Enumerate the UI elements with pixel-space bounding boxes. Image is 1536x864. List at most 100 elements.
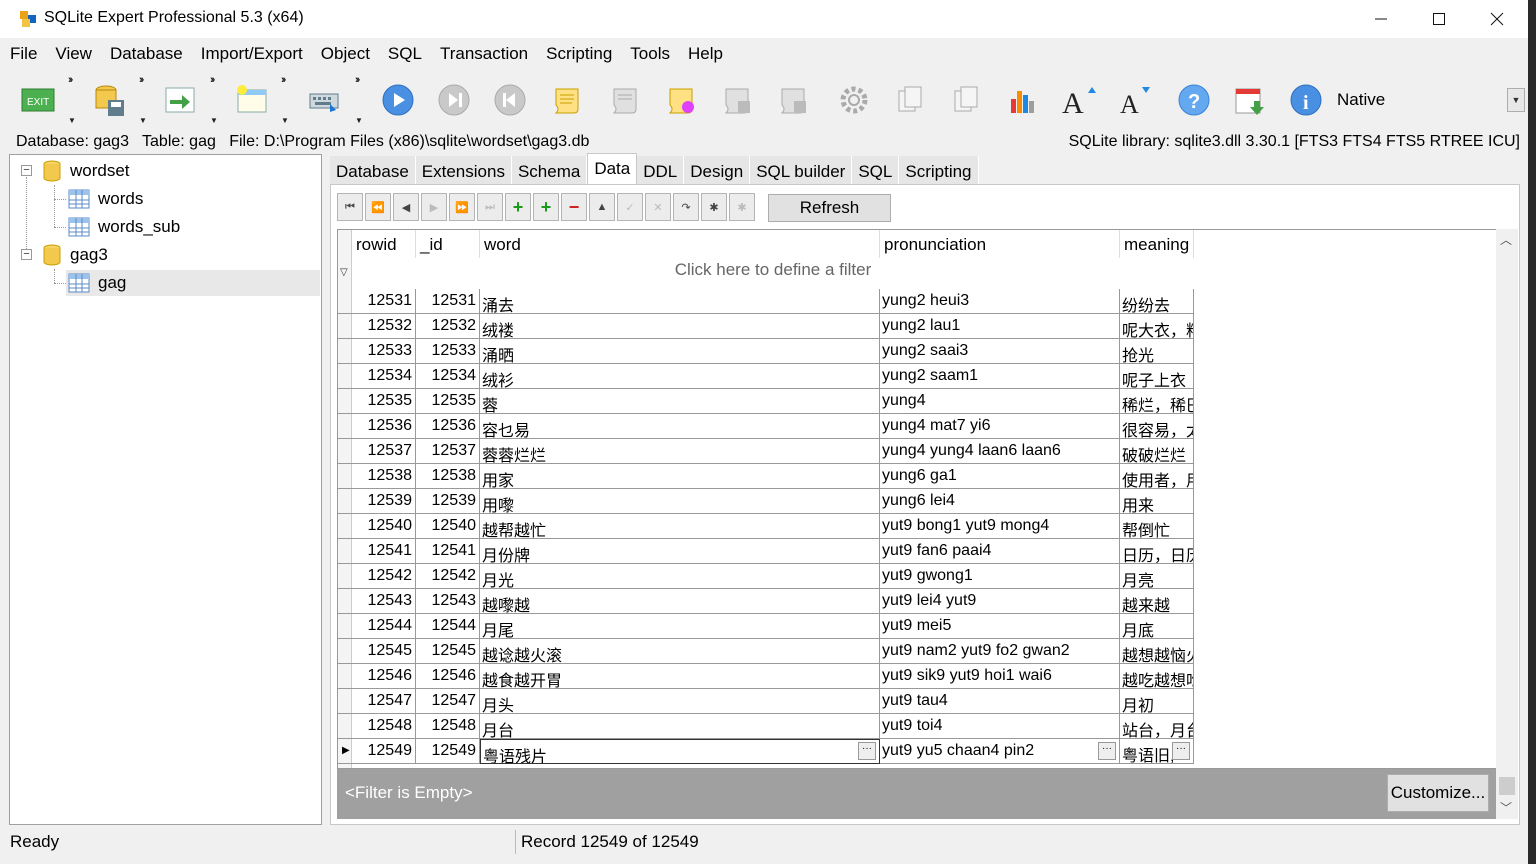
cell-word[interactable]: 越食越开胃 (480, 664, 880, 689)
cell-pronunciation[interactable]: yung6 lei4 (880, 489, 1120, 514)
cell-meaning[interactable]: 用来 (1120, 489, 1194, 514)
tab-ddl[interactable]: DDL (637, 156, 685, 184)
next-page-button[interactable]: ⏩ (449, 193, 475, 221)
cell-word[interactable]: 涌晒 (480, 339, 880, 364)
cell-meaning[interactable]: 使用者，用 (1120, 464, 1194, 489)
paste-button[interactable] (944, 78, 988, 122)
row-indicator[interactable] (338, 439, 352, 464)
row-indicator[interactable] (338, 539, 352, 564)
row-indicator[interactable] (338, 339, 352, 364)
cell-pronunciation[interactable]: yut9 gwong1 (880, 564, 1120, 589)
last-record-button[interactable]: ⏭ (477, 193, 503, 221)
edit-record-button[interactable]: ▲ (589, 193, 615, 221)
cell-rowid[interactable]: 12543 (352, 589, 416, 614)
next-record-button[interactable]: ▶ (421, 193, 447, 221)
customize-button[interactable]: Customize... (1387, 774, 1489, 812)
cell-id[interactable]: 12541 (416, 539, 480, 564)
cell-word[interactable]: 绒衫 (480, 364, 880, 389)
cell-rowid[interactable]: 12539 (352, 489, 416, 514)
menu-help[interactable]: Help (678, 40, 731, 68)
cell-meaning[interactable]: 越想越恼火 (1120, 639, 1194, 664)
menu-import-export[interactable]: Import/Export (191, 40, 311, 68)
sql-save-button[interactable] (716, 78, 760, 122)
cell-pronunciation[interactable]: yut9 toi4 (880, 714, 1120, 739)
cell-rowid[interactable]: 12542 (352, 564, 416, 589)
cell-id[interactable]: 12537 (416, 439, 480, 464)
cell-rowid[interactable]: 12534 (352, 364, 416, 389)
row-indicator[interactable] (338, 289, 352, 314)
cell-meaning[interactable]: 日历，日历 (1120, 539, 1194, 564)
cell-pronunciation[interactable]: yung2 saai3 (880, 339, 1120, 364)
table-row[interactable]: ▶ 12549 12549 粤语残片 yut9 yu5 chaan4 pin2 粤语旧, ·… (338, 739, 1194, 764)
menu-sql[interactable]: SQL (378, 40, 430, 68)
table-row[interactable]: 12534 12534 绒衫 yung2 saam1 呢子上衣 (338, 364, 1194, 389)
cell-meaning[interactable]: 纷纷去 (1120, 289, 1194, 314)
tab-database[interactable]: Database (330, 156, 416, 184)
row-indicator[interactable] (338, 614, 352, 639)
cell-meaning[interactable]: 破破烂烂 (1120, 439, 1194, 464)
cell-pronunciation[interactable]: yung6 ga1 (880, 464, 1120, 489)
column-header-meaning[interactable]: meaning (1120, 230, 1194, 258)
row-indicator[interactable] (338, 314, 352, 339)
tree-node-gag[interactable]: gag (66, 270, 320, 296)
cell-word[interactable]: 越帮越忙 (480, 514, 880, 539)
cancel-edit-button[interactable]: ✕ (645, 193, 671, 221)
exit-button[interactable]: EXIT (16, 78, 60, 122)
scroll-thumb[interactable] (1499, 777, 1515, 795)
cell-editor-ellipsis-button[interactable]: ··· (1172, 742, 1190, 760)
post-edit-button[interactable]: ✓ (617, 193, 643, 221)
dropdown-arrow-icon[interactable]: ▼ (68, 116, 76, 125)
table-row[interactable]: 12533 12533 涌晒 yung2 saai3 抢光 (338, 339, 1194, 364)
filter-status[interactable]: <Filter is Empty> (345, 783, 473, 803)
table-row[interactable]: 12531 12531 涌去 yung2 heui3 纷纷去 (338, 289, 1194, 314)
download-button[interactable] (1228, 78, 1272, 122)
cell-rowid[interactable]: 12535 (352, 389, 416, 414)
tab-extensions[interactable]: Extensions (415, 156, 512, 184)
table-row[interactable]: 12543 12543 越嚟越 yut9 lei4 yut9 越来越 (338, 589, 1194, 614)
table-row[interactable]: 1253212532绒褛yung2 lau1呢大衣，料 (338, 314, 1194, 339)
cell-pronunciation[interactable]: yut9 lei4 yut9 (880, 589, 1120, 614)
cell-rowid[interactable]: 12538 (352, 464, 416, 489)
tree-node-wordset[interactable]: wordset (42, 158, 130, 184)
cell-pronunciation[interactable]: yung2 lau1 (880, 314, 1120, 339)
refresh-button[interactable]: Refresh (768, 194, 891, 222)
cell-rowid[interactable]: 12541 (352, 539, 416, 564)
cell-pronunciation[interactable]: yung4 (880, 389, 1120, 414)
cell-meaning[interactable]: 站台，月台 (1120, 714, 1194, 739)
cell-id[interactable]: 12535 (416, 389, 480, 414)
table-row[interactable]: 1254112541月份牌yut9 fan6 paai4日历，日历 (338, 539, 1194, 564)
cell-word[interactable]: 月份牌 (480, 539, 880, 564)
cell-meaning[interactable]: 抢光 (1120, 339, 1194, 364)
cell-id[interactable]: 12531 (416, 289, 480, 314)
cell-id[interactable]: 12540 (416, 514, 480, 539)
table-row[interactable]: 12545 12545 越谂越火滚 yut9 nam2 yut9 fo2 gwan2 越… (338, 639, 1194, 664)
delete-record-button[interactable]: − (561, 193, 587, 221)
collapse-wordset[interactable]: − (21, 165, 32, 176)
cell-pronunciation[interactable]: yung2 saam1 (880, 364, 1120, 389)
rewind-button[interactable] (488, 78, 532, 122)
sql-save-as-button[interactable] (772, 78, 816, 122)
column-header-pronunciation[interactable]: pronunciation (880, 230, 1120, 258)
chart-button[interactable] (1000, 78, 1044, 122)
cell-meaning[interactable]: 越吃越想吃 (1120, 664, 1194, 689)
cell-word[interactable]: 粤语残片 (480, 739, 880, 764)
table-row[interactable]: 12542 12542 月光 yut9 gwong1 月亮 (338, 564, 1194, 589)
cell-id[interactable]: 12548 (416, 714, 480, 739)
table-row[interactable]: 1253512535蓉yung4稀烂，稀巴 (338, 389, 1194, 414)
cell-meaning[interactable]: 月底 (1120, 614, 1194, 639)
scroll-down-icon[interactable]: ﹀ (1500, 799, 1512, 816)
menu-view[interactable]: View (45, 40, 100, 68)
cell-word[interactable]: 月台 (480, 714, 880, 739)
cell-rowid[interactable]: 12545 (352, 639, 416, 664)
cell-word[interactable]: 越谂越火滚 (480, 639, 880, 664)
row-indicator[interactable] (338, 664, 352, 689)
tree-node-words[interactable]: words (68, 186, 143, 212)
tab-design[interactable]: Design (684, 156, 751, 184)
cell-id[interactable]: 12536 (416, 414, 480, 439)
row-indicator[interactable] (338, 414, 352, 439)
menu-scripting[interactable]: Scripting (536, 40, 620, 68)
column-header-rowid[interactable]: rowid (352, 230, 416, 258)
column-header-id[interactable]: _id (416, 230, 480, 258)
increase-font-button[interactable]: A (1056, 78, 1100, 122)
cell-meaning[interactable]: 帮倒忙 (1120, 514, 1194, 539)
